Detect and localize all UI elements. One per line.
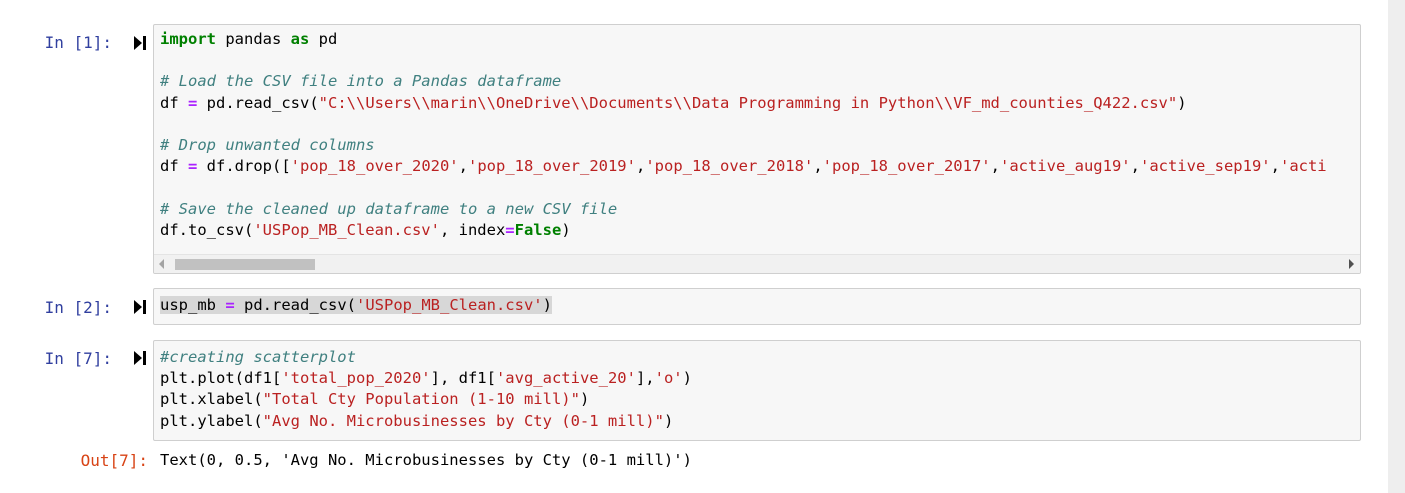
code-line[interactable]: plt.xlabel("Total Cty Population (1-10 m… <box>160 389 1360 410</box>
code-token: ], <box>635 369 655 388</box>
code-input-area[interactable]: #creating scatterplot plt.plot(df1['total… <box>153 340 1361 441</box>
code-token: , <box>458 157 468 176</box>
code-token: # Load the CSV file into a Pandas datafr… <box>160 72 562 91</box>
code-line[interactable]: plt.ylabel("Avg No. Microbusinesses by C… <box>160 411 1360 432</box>
run-cell-button[interactable] <box>132 34 148 52</box>
code-token: # Save the cleaned up dataframe to a new… <box>160 199 618 218</box>
arrow-left-icon[interactable] <box>159 259 164 269</box>
code-line[interactable] <box>160 50 1360 71</box>
run-cell-button[interactable] <box>132 349 148 367</box>
output-prompt: Out[7]: <box>80 451 148 470</box>
code-token: df.drop([ <box>197 157 291 176</box>
code-token: 'pop_18_over_2019' <box>468 157 636 176</box>
code-token: pandas <box>216 30 291 48</box>
page-scrollbar-gutter[interactable] <box>1388 0 1405 493</box>
code-token: 'USPop_MB_Clean.csv' <box>356 296 543 314</box>
scrollbar-thumb[interactable] <box>175 259 315 270</box>
code-editor[interactable]: usp_mb = pd.read_csv('USPop_MB_Clean.csv… <box>154 289 1360 316</box>
code-token: pd <box>309 30 338 48</box>
code-token: 'pop_18_over_2018' <box>645 157 814 176</box>
code-line[interactable]: usp_mb = pd.read_csv('USPop_MB_Clean.csv… <box>160 295 1360 316</box>
code-token: 'total_pop_2020' <box>281 369 431 388</box>
code-editor[interactable]: import pandas as pd # Load the CSV file i… <box>154 25 1360 241</box>
input-prompt: In [7]: <box>44 349 112 368</box>
code-line[interactable]: import pandas as pd <box>160 29 1360 50</box>
code-token: ) <box>579 390 590 409</box>
code-line[interactable]: df = pd.read_csv("C:\\Users\\marin\\OneD… <box>160 93 1360 114</box>
code-token: , <box>1270 157 1280 176</box>
input-prompt: In [1]: <box>44 33 112 52</box>
code-token: ) <box>561 220 571 239</box>
input-prompt: In [2]: <box>44 298 112 317</box>
run-step-icon <box>134 351 146 365</box>
output-text: Text(0, 0.5, 'Avg No. Microbusinesses by… <box>160 451 692 469</box>
code-token: ) <box>1177 93 1187 112</box>
code-token: ) <box>663 411 674 430</box>
code-token: plt.plot(df1[ <box>160 369 282 388</box>
notebook: In [1]: import pandas as pd # Load the CS… <box>0 0 1388 493</box>
code-input-area[interactable]: import pandas as pd # Load the CSV file i… <box>153 24 1361 274</box>
code-token: as <box>290 30 310 48</box>
code-line[interactable]: # Save the cleaned up dataframe to a new… <box>160 199 1360 220</box>
code-token: 'USPop_MB_Clean.csv' <box>253 220 440 239</box>
code-token: plt.xlabel( <box>160 390 263 409</box>
horizontal-scrollbar[interactable] <box>154 254 1360 273</box>
code-token: import <box>160 30 216 48</box>
code-token: df.to_csv( <box>160 220 254 239</box>
run-cell-button[interactable] <box>132 298 148 316</box>
code-token: = <box>188 93 198 112</box>
code-token: #creating scatterplot <box>160 348 356 366</box>
code-token: df <box>160 157 188 176</box>
code-token: , <box>1130 157 1140 176</box>
code-token: 'pop_18_over_2017' <box>822 157 991 176</box>
code-token: ) <box>542 296 552 314</box>
code-editor[interactable]: #creating scatterplot plt.plot(df1['total… <box>154 341 1360 432</box>
code-token: pd.read_csv( <box>234 296 356 314</box>
code-token: "Total Cty Population (1-10 mill)" <box>262 390 580 409</box>
code-line[interactable] <box>160 177 1360 198</box>
code-token: df <box>160 93 188 112</box>
code-line[interactable]: plt.plot(df1['total_pop_2020'], df1['avg… <box>160 368 1360 389</box>
code-token: = <box>505 220 515 239</box>
code-token: = <box>188 157 198 176</box>
run-step-icon <box>134 300 146 314</box>
code-line[interactable]: df.to_csv('USPop_MB_Clean.csv', index=Fa… <box>160 220 1360 241</box>
code-token: 'pop_18_over_2020' <box>290 157 459 176</box>
code-line[interactable]: #creating scatterplot <box>160 347 1360 368</box>
code-line[interactable] <box>160 114 1360 135</box>
code-token: , <box>990 157 1000 176</box>
code-input-area[interactable]: usp_mb = pd.read_csv('USPop_MB_Clean.csv… <box>153 288 1361 325</box>
code-token: 'o' <box>654 369 683 388</box>
code-token: 'acti <box>1279 157 1327 176</box>
code-token: 'active_sep19' <box>1139 157 1271 176</box>
arrow-right-icon[interactable] <box>1349 259 1354 269</box>
code-token: ], df1[ <box>430 369 496 388</box>
code-line[interactable]: # Load the CSV file into a Pandas datafr… <box>160 71 1360 92</box>
code-token: "C:\\Users\\marin\\OneDrive\\Documents\\… <box>318 93 1178 112</box>
code-token: pd.read_csv( <box>197 93 319 112</box>
run-step-icon <box>134 36 146 50</box>
code-token: usp_mb <box>160 296 226 314</box>
code-token: , index <box>439 220 506 239</box>
code-line[interactable]: # Drop unwanted columns <box>160 135 1360 156</box>
code-token: , <box>813 157 823 176</box>
code-token: "Avg No. Microbusinesses by Cty (0-1 mil… <box>262 411 664 430</box>
code-line[interactable]: df = df.drop(['pop_18_over_2020','pop_18… <box>160 156 1360 177</box>
code-token: plt.ylabel( <box>160 411 263 430</box>
code-token: 'active_aug19' <box>999 157 1131 176</box>
code-token: False <box>514 220 562 239</box>
code-token: , <box>635 157 646 176</box>
code-token: = <box>225 296 235 314</box>
code-token: ) <box>682 369 692 388</box>
code-token: 'avg_active_20' <box>495 369 636 388</box>
code-token: # Drop unwanted columns <box>160 135 375 154</box>
